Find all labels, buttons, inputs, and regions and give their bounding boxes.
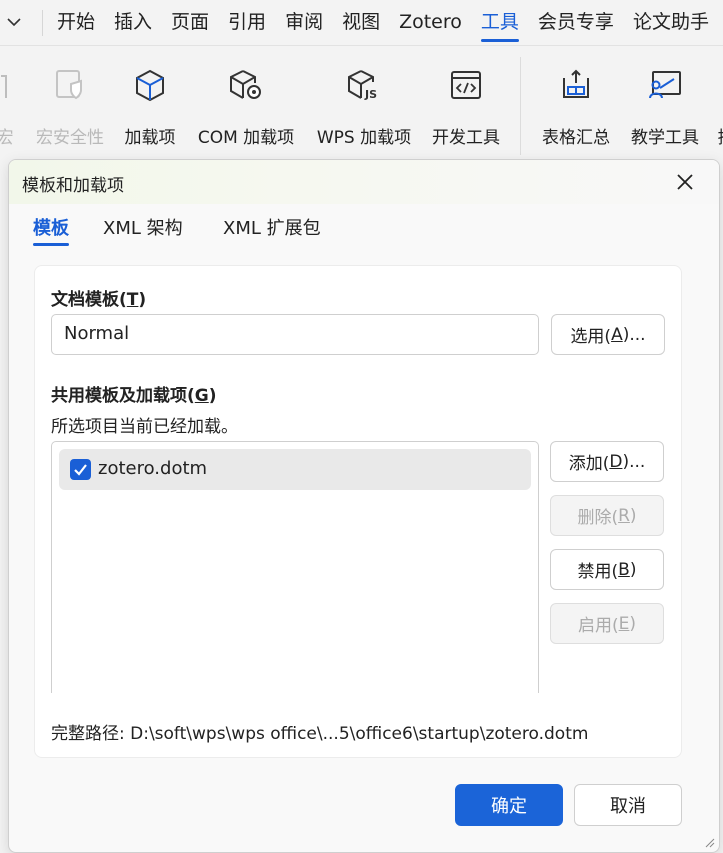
menubar-divider: [42, 10, 43, 36]
templates-panel: 文档模板(T) Normal 选用(A)... 共用模板及加载项(G) 所选项目…: [34, 265, 682, 758]
tool-wps-addins[interactable]: JS WPS 加载项: [313, 47, 415, 148]
addin-cube-icon: [120, 47, 180, 123]
check-icon: [74, 464, 87, 476]
ok-button[interactable]: 确定: [455, 784, 563, 826]
toolbar-divider: [520, 57, 521, 155]
tab-templates[interactable]: 模板: [33, 214, 69, 246]
remove-button[interactable]: 删除(R): [550, 495, 664, 536]
developer-tools-icon: [428, 47, 504, 123]
tool-macro[interactable]: 宏: [0, 47, 18, 148]
ribbon-tab-insert[interactable]: 插入: [114, 9, 152, 35]
tool-macro-security[interactable]: 宏安全性: [33, 47, 107, 148]
ribbon-tab-page[interactable]: 页面: [171, 9, 209, 35]
checkbox-checked[interactable]: [70, 459, 91, 480]
templates-addins-dialog: 模板和加载项 模板 XML 架构 XML 扩展包 文档模板(T) Normal …: [8, 159, 720, 853]
ribbon-tab-zotero[interactable]: Zotero: [399, 9, 462, 35]
wps-js-addin-icon: JS: [313, 47, 415, 123]
document-template-label: 文档模板(T): [51, 290, 147, 310]
tab-xml-schema[interactable]: XML 架构: [103, 214, 183, 240]
teaching-tools-icon: [627, 47, 703, 123]
ribbon-tab-view[interactable]: 视图: [342, 9, 380, 35]
tab-xml-expansion-packs[interactable]: XML 扩展包: [223, 214, 321, 240]
tool-more[interactable]: 排: [716, 47, 723, 148]
dialog-titlebar: 模板和加载项: [9, 160, 719, 204]
tool-developer[interactable]: 开发工具: [428, 47, 504, 148]
select-template-button[interactable]: 选用(A)...: [551, 314, 665, 355]
document-template-field[interactable]: Normal: [51, 314, 539, 355]
ribbon-toolbar: 宏 宏安全性 加载项 COM 加载项 JS WPS 加载项 开发工具 表格汇总 …: [0, 47, 723, 159]
disable-button[interactable]: 禁用(B): [550, 549, 664, 590]
close-icon[interactable]: [673, 170, 697, 194]
table-summary-icon: [538, 47, 614, 123]
full-path-text: 完整路径: D:\soft\wps\wps office\...5\office…: [51, 724, 589, 744]
ribbon-tab-home[interactable]: 开始: [57, 9, 95, 35]
ribbon-tab-thesis-assistant[interactable]: 论文助手: [633, 9, 709, 35]
list-item[interactable]: zotero.dotm: [59, 449, 531, 490]
ribbon-tab-tools[interactable]: 工具: [480, 9, 519, 42]
svg-text:JS: JS: [364, 88, 377, 101]
chevron-down-icon[interactable]: [6, 14, 22, 30]
more-tool-icon: [716, 47, 723, 123]
global-templates-label: 共用模板及加载项(G): [51, 386, 217, 406]
com-addin-icon: [192, 47, 300, 123]
ribbon-menubar: 开始 插入 页面 引用 审阅 视图 Zotero 工具 会员专享 论文助手: [0, 0, 723, 46]
list-item-label: zotero.dotm: [98, 458, 208, 479]
global-templates-list[interactable]: zotero.dotm: [51, 441, 539, 693]
cancel-button[interactable]: 取消: [574, 784, 682, 826]
add-button[interactable]: 添加(D)...: [550, 441, 664, 482]
resize-grip-icon[interactable]: [703, 836, 715, 848]
ribbon-tab-references[interactable]: 引用: [228, 9, 266, 35]
ribbon-tab-review[interactable]: 审阅: [285, 9, 323, 35]
macro-icon: [0, 47, 18, 123]
ribbon-tab-member[interactable]: 会员专享: [538, 9, 614, 35]
ribbon-tabs: 开始 插入 页面 引用 审阅 视图 Zotero 工具 会员专享 论文助手: [57, 9, 723, 42]
tool-com-addins[interactable]: COM 加载项: [192, 47, 300, 148]
tool-teaching[interactable]: 教学工具: [627, 47, 703, 148]
loaded-hint: 所选项目当前已经加载。: [51, 417, 238, 437]
enable-button[interactable]: 启用(E): [550, 603, 664, 644]
tool-addins[interactable]: 加载项: [120, 47, 180, 148]
dialog-title: 模板和加载项: [22, 176, 124, 196]
macro-security-icon: [33, 47, 107, 123]
tool-table-summary[interactable]: 表格汇总: [538, 47, 614, 148]
